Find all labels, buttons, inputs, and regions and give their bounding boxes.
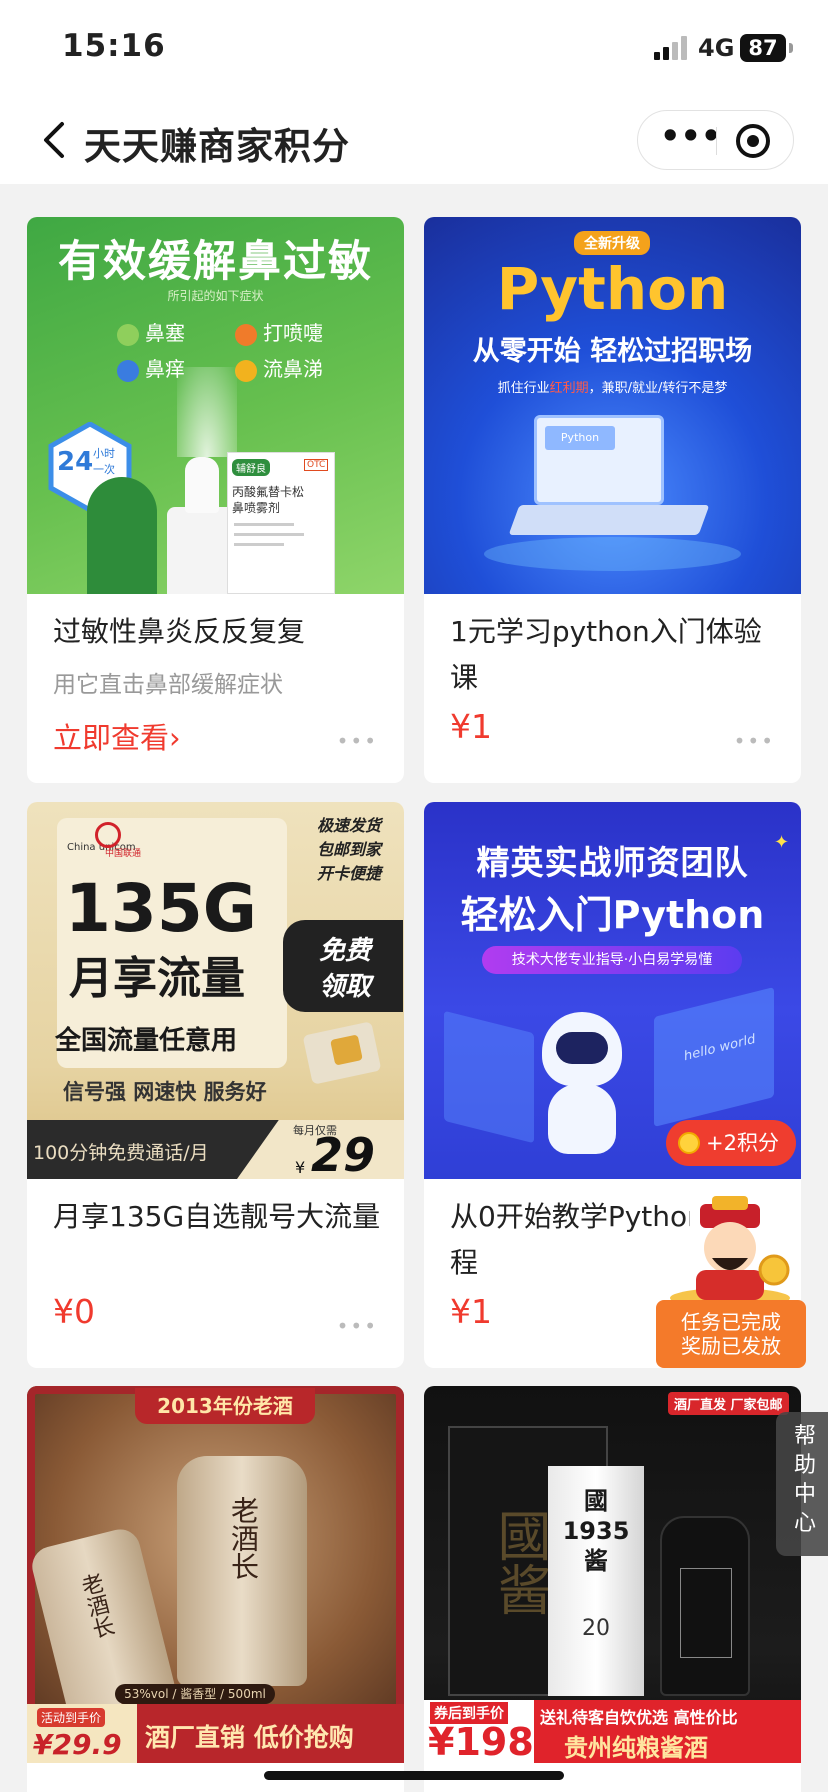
platform-glow xyxy=(484,537,741,571)
page-title: 天天赚商家积分 xyxy=(84,125,350,168)
symptom-3: 鼻痒 xyxy=(117,353,185,382)
more-dots-icon[interactable]: ••• xyxy=(337,729,378,753)
signal-icon xyxy=(654,36,688,60)
status-time: 15:16 xyxy=(62,28,166,64)
ad-banner: 2013年份老酒 xyxy=(135,1388,315,1424)
product-title-wrap: 程 xyxy=(450,1246,479,1279)
points-reward-pill[interactable]: +2积分 xyxy=(666,1120,796,1166)
product-price: ¥0 xyxy=(53,1292,95,1331)
green-cap xyxy=(87,477,157,594)
back-icon[interactable] xyxy=(38,120,74,160)
spec-pill: 53%vol / 酱香型 / 500ml xyxy=(115,1684,275,1704)
ad-subheadline: 从零开始 轻松过招职场 xyxy=(472,336,753,367)
product-image: China unicom 中国联通 极速发货 包邮到家 开卡便捷 135G 月享流量… xyxy=(27,802,404,1179)
product-image: 有效缓解鼻过敏 所引起的如下症状 鼻塞 打喷嚏 鼻痒 流鼻涕 24 小时 一次 … xyxy=(27,217,404,594)
product-image: 2013年份老酒 老酒长 老酒长 53%vol / 酱香型 / 500ml 活动… xyxy=(27,1386,404,1763)
ad-pill: 技术大佬专业指导·小白易学易懂 xyxy=(482,946,742,974)
view-now-link[interactable]: 立即查看› xyxy=(53,715,181,757)
task-complete-badge: 任务已完成 奖励已发放 xyxy=(656,1300,806,1368)
coin-icon xyxy=(678,1132,700,1154)
price-strip: 100分钟免费通话/月 每月仅需 ¥ 29 xyxy=(27,1120,404,1179)
more-dots-icon[interactable]: ••• xyxy=(734,729,775,753)
close-target-icon[interactable] xyxy=(734,122,772,160)
ad-note: 所引起的如下症状 xyxy=(167,289,264,303)
symptom-2: 打喷嚏 xyxy=(235,317,323,346)
ad-tag: 酒厂直发 厂家包邮 xyxy=(668,1392,789,1415)
symptom-4: 流鼻涕 xyxy=(235,353,323,382)
battery-tip xyxy=(789,43,793,53)
robot-body xyxy=(548,1084,616,1154)
help-center-tab[interactable]: 帮助中心 xyxy=(776,1412,828,1556)
symptom-1: 鼻塞 xyxy=(117,317,185,346)
product-image: 酒厂直发 厂家包邮 國酱 國 1935 酱 20 券后到手价 ¥198 送礼待客… xyxy=(424,1386,801,1763)
sparkle-icon: ✦ xyxy=(774,832,790,853)
product-card-nasal[interactable]: 有效缓解鼻过敏 所引起的如下症状 鼻塞 打喷嚏 鼻痒 流鼻涕 24 小时 一次 … xyxy=(27,217,404,783)
perk-list: 极速发货 包邮到家 开卡便捷 xyxy=(317,816,382,883)
unicom-logo-icon xyxy=(95,822,121,848)
ad-headline: 精英实战师资团队 xyxy=(476,843,749,882)
screen-panel: hello world xyxy=(654,987,774,1127)
nav-bar: 天天赚商家积分 ••• xyxy=(0,96,828,184)
laptop-base xyxy=(508,505,710,535)
capsule-divider xyxy=(716,127,717,155)
black-bottle xyxy=(660,1516,750,1696)
status-bar: 15:16 4G 87 xyxy=(0,0,828,96)
bottle-right: 老酒长 xyxy=(177,1456,307,1686)
spray-mist xyxy=(177,367,237,457)
product-title: 过敏性鼻炎反反复复 xyxy=(53,615,306,648)
ad-tags: 信号强 网速快 服务好 xyxy=(63,1080,267,1104)
promo-strip: 活动到手价 ¥29.9 酒厂直销 低价抢购 xyxy=(27,1704,404,1763)
more-dots-icon[interactable]: ••• xyxy=(337,1314,378,1338)
promo-strip: 券后到手价 ¥198 送礼待客自饮优选 高性价比 贵州纯粮酱酒 xyxy=(424,1700,801,1763)
ad-line: 全国流量任意用 xyxy=(55,1026,238,1056)
product-card-python-trial[interactable]: 全新升级 Python 从零开始 轻松过招职场 抓住行业红利期，兼职/就业/转行… xyxy=(424,217,801,783)
product-feed[interactable]: 有效缓解鼻过敏 所引起的如下症状 鼻塞 打喷嚏 鼻痒 流鼻涕 24 小时 一次 … xyxy=(0,184,828,1792)
product-title: 从0开始教学Python课程 xyxy=(450,1200,690,1233)
ad-description: 抓住行业红利期，兼职/就业/转行不是梦 xyxy=(497,381,728,396)
free-badge: 免费 领取 xyxy=(283,920,403,1012)
product-card-data-plan[interactable]: China unicom 中国联通 极速发货 包邮到家 开卡便捷 135G 月享流量… xyxy=(27,802,404,1368)
miniprogram-capsule: ••• xyxy=(637,110,794,170)
product-title: 月享135G自选靓号大流量 xyxy=(53,1200,381,1233)
product-card-guizhou-liquor[interactable]: 酒厂直发 厂家包邮 國酱 國 1935 酱 20 券后到手价 ¥198 送礼待客… xyxy=(424,1386,801,1792)
product-price: ¥1 xyxy=(450,1292,492,1331)
robot-head-icon xyxy=(542,1012,622,1086)
product-title: 1元学习python入门体验课 xyxy=(450,615,762,694)
bottle-nozzle xyxy=(185,457,219,513)
badge-number: 24 xyxy=(57,447,94,477)
fortune-god-mascot-icon xyxy=(660,1196,800,1308)
gift-box: 國 1935 酱 20 xyxy=(548,1466,644,1696)
chevron-right-icon: › xyxy=(169,721,181,755)
ad-subheadline: 轻松入门Python xyxy=(460,893,765,937)
product-image: 全新升级 Python 从零开始 轻松过招职场 抓住行业红利期，兼职/就业/转行… xyxy=(424,217,801,594)
more-icon[interactable]: ••• xyxy=(660,120,721,159)
product-box: 辅舒良 OTC 丙酸氟替卡松 鼻喷雾剂 xyxy=(227,452,335,594)
ad-tag: 全新升级 xyxy=(574,231,650,255)
side-panel xyxy=(444,1010,534,1144)
ad-headline: 135G xyxy=(65,870,257,947)
sim-chip-icon xyxy=(302,1021,382,1085)
battery-icon: 87 xyxy=(740,34,786,62)
ad-headline: Python xyxy=(496,255,729,323)
product-price: ¥1 xyxy=(450,707,492,746)
brand-cn: 中国联通 xyxy=(105,849,142,859)
home-indicator[interactable] xyxy=(264,1771,564,1780)
product-card-liquor-2013[interactable]: 2013年份老酒 老酒长 老酒长 53%vol / 酱香型 / 500ml 活动… xyxy=(27,1386,404,1792)
badge-unit: 小时 xyxy=(93,447,115,460)
badge-sub: 一次 xyxy=(93,463,115,476)
network-type: 4G xyxy=(698,34,735,62)
ad-subheadline: 月享流量 xyxy=(69,953,245,1004)
ad-headline: 有效缓解鼻过敏 xyxy=(58,237,373,287)
product-subtitle: 用它直击鼻部缓解症状 xyxy=(53,672,283,698)
laptop-screen: Python xyxy=(534,415,664,505)
